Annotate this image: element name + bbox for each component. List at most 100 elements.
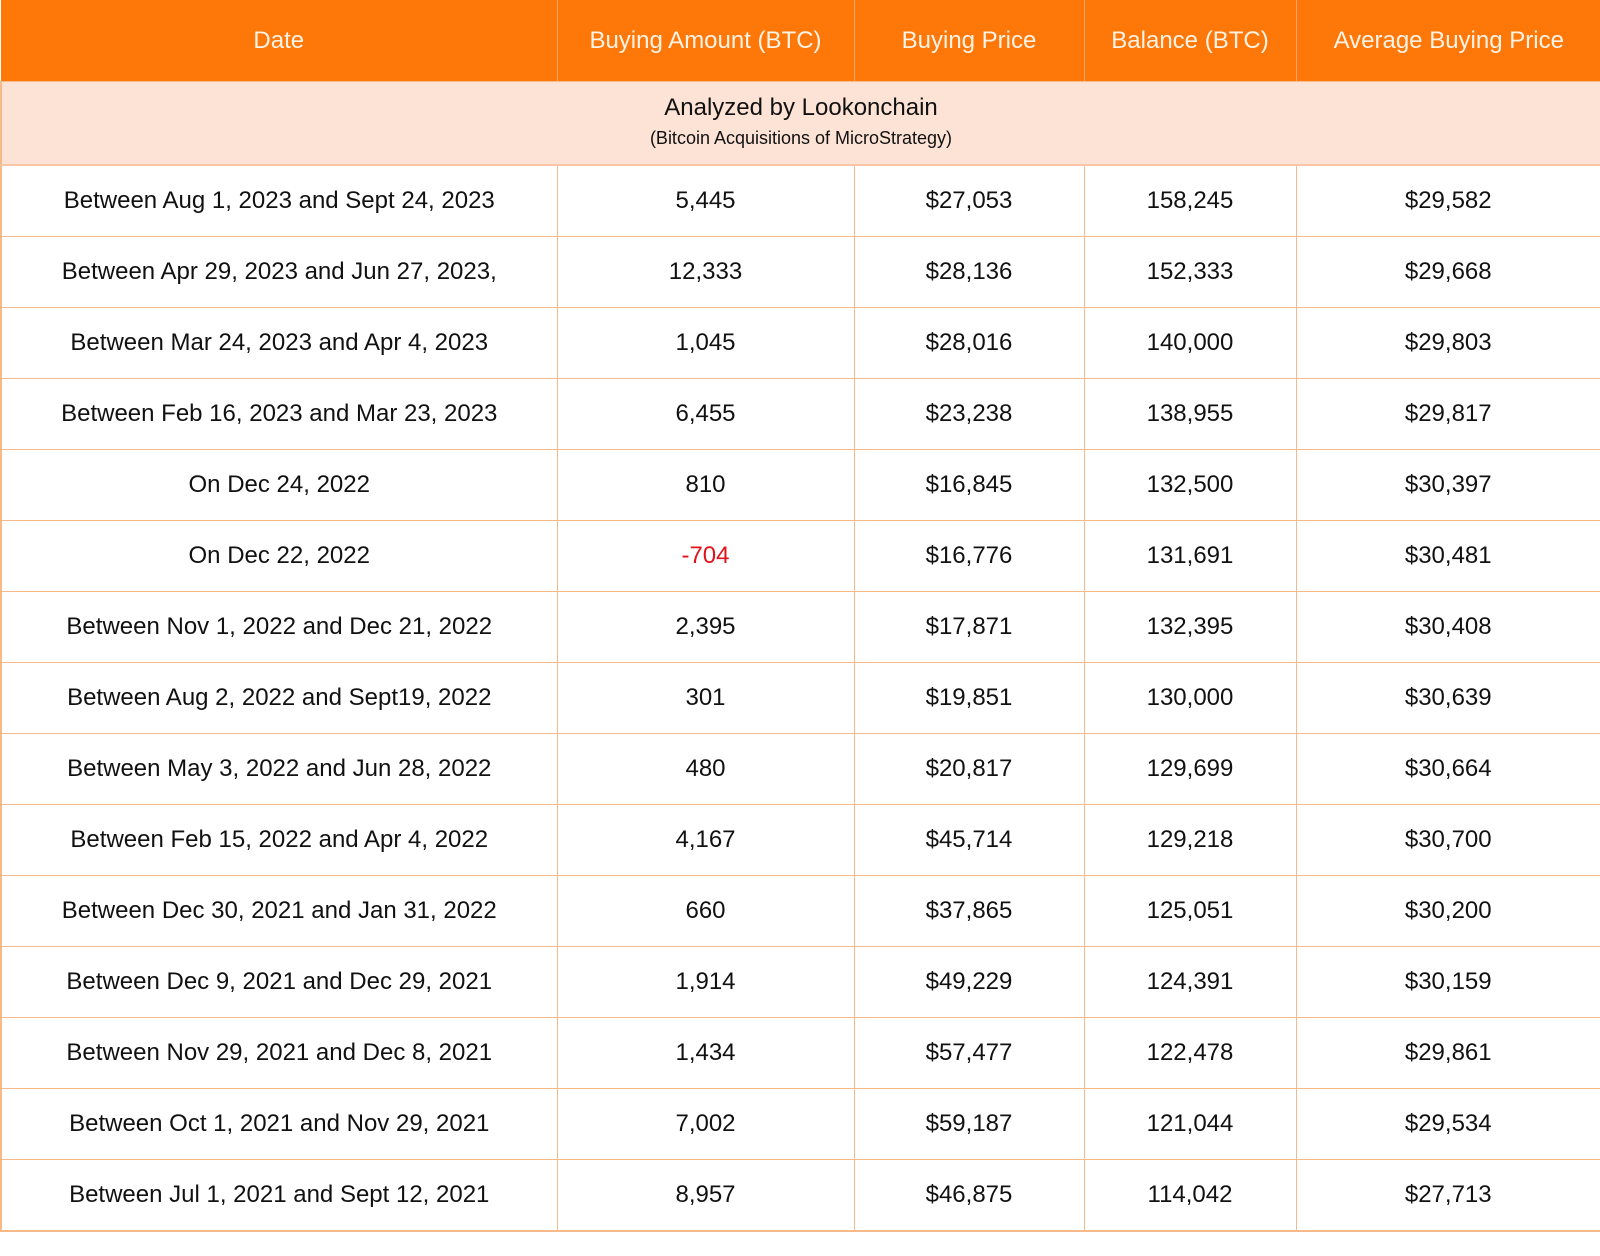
- buying-price-cell: $45,714: [853, 804, 1085, 876]
- banner-title: Analyzed by Lookonchain: [664, 94, 938, 121]
- balance-cell: 122,478: [1083, 1017, 1297, 1089]
- date-cell: Between Dec 9, 2021 and Dec 29, 2021: [0, 946, 558, 1018]
- balance-cell: 114,042: [1083, 1159, 1297, 1232]
- average-buying-price-cell: $30,481: [1295, 520, 1600, 592]
- buying-amount-cell: 6,455: [556, 378, 855, 450]
- date-cell: On Dec 22, 2022: [0, 520, 558, 592]
- banner-cell: Analyzed by Lookonchain (Bitcoin Acquisi…: [0, 81, 1600, 166]
- average-buying-price-cell: $29,582: [1295, 164, 1600, 237]
- balance-cell: 129,699: [1083, 733, 1297, 805]
- average-buying-price-cell: $30,408: [1295, 591, 1600, 663]
- buying-price-cell: $37,865: [853, 875, 1085, 947]
- buying-amount-cell: 2,395: [556, 591, 855, 663]
- buying-price-cell: $28,136: [853, 236, 1085, 308]
- date-cell: Between Apr 29, 2023 and Jun 27, 2023,: [0, 236, 558, 308]
- banner-row: Analyzed by Lookonchain (Bitcoin Acquisi…: [0, 81, 1600, 166]
- buying-amount-cell: 1,045: [556, 307, 855, 379]
- balance-cell: 129,218: [1083, 804, 1297, 876]
- table-row: Between May 3, 2022 and Jun 28, 2022 480 $…: [0, 733, 1600, 805]
- date-cell: Between Nov 1, 2022 and Dec 21, 2022: [0, 591, 558, 663]
- buying-price-cell: $46,875: [853, 1159, 1085, 1232]
- table-row: Between Oct 1, 2021 and Nov 29, 2021 7,00…: [0, 1088, 1600, 1160]
- table-row: Between Aug 1, 2023 and Sept 24, 2023 5,4…: [0, 164, 1600, 237]
- date-cell: Between Aug 2, 2022 and Sept19, 2022: [0, 662, 558, 734]
- date-cell: Between Feb 15, 2022 and Apr 4, 2022: [0, 804, 558, 876]
- average-buying-price-cell: $29,861: [1295, 1017, 1600, 1089]
- buying-amount-cell: 5,445: [556, 164, 855, 237]
- buying-amount-cell: -704: [556, 520, 855, 592]
- average-buying-price-cell: $30,200: [1295, 875, 1600, 947]
- date-cell: Between Aug 1, 2023 and Sept 24, 2023: [0, 164, 558, 237]
- average-buying-price-cell: $27,713: [1295, 1159, 1600, 1232]
- table-row: Between Feb 15, 2022 and Apr 4, 2022 4,16…: [0, 804, 1600, 876]
- banner-subtitle: (Bitcoin Acquisitions of MicroStrategy): [649, 128, 953, 148]
- balance-cell: 140,000: [1083, 307, 1297, 379]
- date-cell: Between Feb 16, 2023 and Mar 23, 2023: [0, 378, 558, 450]
- btc-acquisitions-table: Date Buying Amount (BTC) Buying Price Ba…: [0, 0, 1600, 1232]
- date-cell: On Dec 24, 2022: [0, 449, 558, 521]
- buying-price-cell: $16,776: [853, 520, 1085, 592]
- balance-cell: 132,500: [1083, 449, 1297, 521]
- buying-amount-cell: 660: [556, 875, 855, 947]
- buying-amount-cell: 810: [556, 449, 855, 521]
- column-header-buying-amount: Buying Amount (BTC): [557, 0, 855, 82]
- balance-cell: 121,044: [1083, 1088, 1297, 1160]
- buying-price-cell: $59,187: [853, 1088, 1085, 1160]
- column-header-date: Date: [1, 0, 558, 82]
- table-row: Between Jul 1, 2021 and Sept 12, 2021 8,9…: [0, 1159, 1600, 1232]
- balance-cell: 132,395: [1083, 591, 1297, 663]
- balance-cell: 125,051: [1083, 875, 1297, 947]
- date-cell: Between May 3, 2022 and Jun 28, 2022: [0, 733, 558, 805]
- buying-price-cell: $57,477: [853, 1017, 1085, 1089]
- buying-price-cell: $20,817: [853, 733, 1085, 805]
- average-buying-price-cell: $30,664: [1295, 733, 1600, 805]
- buying-price-cell: $17,871: [853, 591, 1085, 663]
- balance-cell: 152,333: [1083, 236, 1297, 308]
- buying-amount-cell: 8,957: [556, 1159, 855, 1232]
- buying-price-cell: $27,053: [853, 164, 1085, 237]
- buying-price-cell: $23,238: [853, 378, 1085, 450]
- table-row: Between Dec 30, 2021 and Jan 31, 2022 660…: [0, 875, 1600, 947]
- table-row: On Dec 22, 2022 -704 $16,776 131,691 $30,481: [0, 520, 1600, 592]
- header-row: Date Buying Amount (BTC) Buying Price Ba…: [1, 0, 1600, 82]
- average-buying-price-cell: $30,700: [1295, 804, 1600, 876]
- column-header-average-buying-price: Average Buying Price: [1296, 0, 1600, 82]
- date-cell: Between Nov 29, 2021 and Dec 8, 2021: [0, 1017, 558, 1089]
- balance-cell: 158,245: [1083, 164, 1297, 237]
- buying-price-cell: $16,845: [853, 449, 1085, 521]
- average-buying-price-cell: $29,668: [1295, 236, 1600, 308]
- buying-amount-cell: 1,434: [556, 1017, 855, 1089]
- table-header: Date Buying Amount (BTC) Buying Price Ba…: [1, 0, 1600, 82]
- balance-cell: 138,955: [1083, 378, 1297, 450]
- date-cell: Between Dec 30, 2021 and Jan 31, 2022: [0, 875, 558, 947]
- buying-amount-cell: 1,914: [556, 946, 855, 1018]
- buying-price-cell: $49,229: [853, 946, 1085, 1018]
- buying-amount-cell: 301: [556, 662, 855, 734]
- date-cell: Between Oct 1, 2021 and Nov 29, 2021: [0, 1088, 558, 1160]
- table-row: Between Nov 1, 2022 and Dec 21, 2022 2,39…: [0, 591, 1600, 663]
- column-header-balance: Balance (BTC): [1084, 0, 1297, 82]
- table-row: Between Dec 9, 2021 and Dec 29, 2021 1,91…: [0, 946, 1600, 1018]
- buying-price-cell: $19,851: [853, 662, 1085, 734]
- average-buying-price-cell: $29,534: [1295, 1088, 1600, 1160]
- buying-amount-cell: 12,333: [556, 236, 855, 308]
- column-header-buying-price: Buying Price: [854, 0, 1085, 82]
- buying-price-cell: $28,016: [853, 307, 1085, 379]
- balance-cell: 124,391: [1083, 946, 1297, 1018]
- average-buying-price-cell: $30,639: [1295, 662, 1600, 734]
- balance-cell: 131,691: [1083, 520, 1297, 592]
- average-buying-price-cell: $30,159: [1295, 946, 1600, 1018]
- table-row: Between Feb 16, 2023 and Mar 23, 2023 6,4…: [0, 378, 1600, 450]
- table-row: Between Aug 2, 2022 and Sept19, 2022 301 $…: [0, 662, 1600, 734]
- buying-amount-cell: 480: [556, 733, 855, 805]
- table-row: Between Mar 24, 2023 and Apr 4, 2023 1,04…: [0, 307, 1600, 379]
- date-cell: Between Mar 24, 2023 and Apr 4, 2023: [0, 307, 558, 379]
- date-cell: Between Jul 1, 2021 and Sept 12, 2021: [0, 1159, 558, 1232]
- average-buying-price-cell: $29,803: [1295, 307, 1600, 379]
- table-row: Between Nov 29, 2021 and Dec 8, 2021 1,43…: [0, 1017, 1600, 1089]
- table-row: Between Apr 29, 2023 and Jun 27, 2023, 12…: [0, 236, 1600, 308]
- table-row: On Dec 24, 2022 810 $16,845 132,500 $30,397: [0, 449, 1600, 521]
- balance-cell: 130,000: [1083, 662, 1297, 734]
- buying-amount-cell: 7,002: [556, 1088, 855, 1160]
- table-body: Analyzed by Lookonchain (Bitcoin Acquisi…: [0, 81, 1600, 1232]
